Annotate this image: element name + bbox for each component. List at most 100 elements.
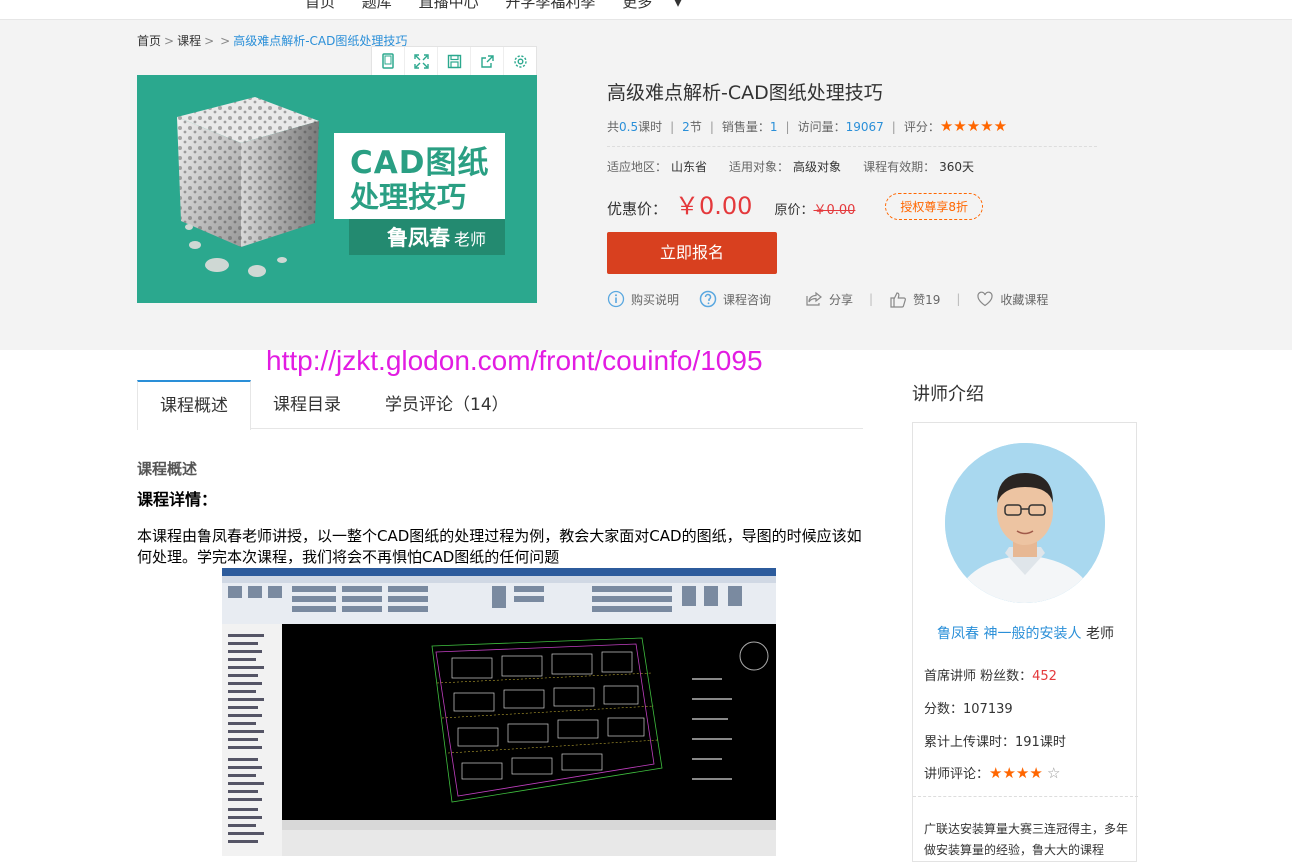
like-label: 赞19 <box>913 292 941 307</box>
nav-home[interactable]: 首页 <box>305 0 335 11</box>
instructor-score: 分数：107139 <box>924 698 1013 717</box>
share-link[interactable]: 分享 <box>805 291 853 308</box>
course-actions: 购买说明 课程咨询 分享 | 赞19 | 收藏课程 <box>607 290 1048 308</box>
tab-overview[interactable]: 课程概述 <box>137 380 251 430</box>
divider: | <box>869 292 874 306</box>
avatar[interactable] <box>945 443 1105 603</box>
course-description: 本课程由鲁凤春老师讲授，以一整个CAD图纸的处理过程为例，教会大家面对CAD的图… <box>137 527 862 566</box>
tab-reviews[interactable]: 学员评论（14） <box>363 380 531 429</box>
course-meta-secondary: 适应地区： 山东省 适用对象： 高级对象 课程有效期： 360天 <box>607 158 996 175</box>
fullscreen-icon[interactable] <box>405 47 438 75</box>
like-button[interactable]: 赞19 <box>889 291 940 308</box>
details-title: 课程详情： <box>137 490 218 509</box>
share-icon[interactable] <box>471 47 504 75</box>
heart-icon <box>977 291 994 307</box>
save-icon[interactable] <box>438 47 471 75</box>
cover-teacher-name: 鲁凤春 <box>387 226 450 250</box>
cover-teacher: 鲁凤春 老师 <box>387 222 486 252</box>
settings-icon[interactable] <box>504 47 536 75</box>
chevron-right-icon: > <box>164 34 175 48</box>
overlay-url-text: http://jzkt.glodon.com/front/couinfo/109… <box>266 345 763 376</box>
media-toolbar <box>371 46 537 76</box>
rating-stars: ★★★★★ <box>939 117 1008 135</box>
cad-screenshot-image <box>222 568 776 856</box>
instructor-name-link[interactable]: 鲁凤春 神一般的安装人 <box>937 626 1081 642</box>
info-icon <box>607 290 625 308</box>
instructor-review: 讲师评论：★★★★ ☆ <box>924 763 1060 782</box>
review-stars: ★★★★ <box>989 764 1043 782</box>
share-icon <box>806 291 822 306</box>
enroll-button[interactable]: 立即报名 <box>607 232 777 274</box>
top-navigation: 首页 题库 直播中心 开学季福利季 更多 ▾ <box>0 0 1292 20</box>
original-price-value: ￥0.00 <box>813 203 856 218</box>
audience-label: 适用对象： <box>729 160 790 174</box>
course-hours: 0.5 <box>619 120 639 134</box>
divider <box>607 146 1097 147</box>
cover-title-line2: 处理技巧 <box>350 180 467 214</box>
instructor-portrait <box>945 443 1105 603</box>
original-price-label: 原价： <box>774 203 814 218</box>
uploaded-value: 191课时 <box>1015 735 1066 750</box>
visits-count: 19067 <box>845 120 884 134</box>
instructor-bio: 广联达安装算量大赛三连冠得主，多年做安装算量的经验，鲁大大的课程 <box>924 822 1129 857</box>
divider <box>913 796 1138 797</box>
visits-label: 访问量： <box>797 120 846 134</box>
course-sections: 2 <box>682 120 690 134</box>
fans-count: 452 <box>1032 669 1057 684</box>
instructor-name-suffix: 老师 <box>1085 626 1114 642</box>
region-value: 山东省 <box>671 160 708 174</box>
region-label: 适应地区： <box>607 160 668 174</box>
purchase-info-label: 购买说明 <box>631 292 680 307</box>
chevron-right-icon: > <box>220 34 231 48</box>
instructor-card: 鲁凤春 神一般的安装人 老师 首席讲师 粉丝数：452 分数：107139 累计… <box>912 422 1138 862</box>
nav-more[interactable]: 更多 <box>622 0 652 11</box>
validity-label: 课程有效期： <box>863 160 936 174</box>
chevron-right-icon: > <box>204 34 215 48</box>
instructor-heading: 讲师介绍 <box>912 384 984 405</box>
course-title: 高级难点解析-CAD图纸处理技巧 <box>607 82 883 104</box>
course-tabs: 课程概述 课程目录 学员评论（14） <box>137 380 863 430</box>
audience-value: 高级对象 <box>793 160 842 174</box>
consult-label: 课程咨询 <box>723 292 772 307</box>
chevron-down-icon[interactable]: ▾ <box>674 0 682 11</box>
nav-promo[interactable]: 开学季福利季 <box>505 0 595 11</box>
cad-drawing-graphic <box>222 568 776 856</box>
nav-live-center[interactable]: 直播中心 <box>419 0 479 11</box>
uploaded-label: 累计上传课时： <box>924 735 1016 750</box>
consult-link[interactable]: 课程咨询 <box>699 290 771 308</box>
review-label: 讲师评论： <box>924 767 990 782</box>
section-title: 课程概述 <box>137 460 198 478</box>
course-cover-image[interactable]: CAD图纸 处理技巧 鲁凤春 老师 <box>137 75 537 303</box>
tab-catalog[interactable]: 课程目录 <box>251 380 363 429</box>
instructor-name: 鲁凤春 神一般的安装人 老师 <box>913 623 1138 643</box>
price-label: 优惠价： <box>607 200 668 218</box>
help-icon <box>699 290 717 308</box>
hours-unit: 课时 <box>638 120 663 134</box>
breadcrumb-course[interactable]: 课程 <box>177 34 201 48</box>
divider: | <box>956 292 961 306</box>
score-value: 107139 <box>963 702 1013 717</box>
rating-label: 评分： <box>903 120 940 134</box>
sections-unit: 节 <box>689 120 702 134</box>
instructor-fans: 首席讲师 粉丝数：452 <box>924 665 1057 684</box>
purchase-info-link[interactable]: 购买说明 <box>607 290 679 308</box>
share-label: 分享 <box>829 292 854 307</box>
favorite-button[interactable]: 收藏课程 <box>976 291 1048 308</box>
fans-label: 首席讲师 粉丝数： <box>924 669 1033 684</box>
nav-question-bank[interactable]: 题库 <box>362 0 392 11</box>
discount-badge[interactable]: 授权尊享8折 <box>885 193 984 220</box>
instructor-uploaded: 累计上传课时：191课时 <box>924 731 1066 750</box>
course-meta: 共0.5课时 | 2节 | 销售量：1 | 访问量：19067 | 评分：★★★★★ <box>607 117 1008 135</box>
discount-price: ￥0.00 <box>675 192 753 220</box>
tablet-icon[interactable] <box>372 47 405 75</box>
validity-value: 360天 <box>939 160 974 174</box>
favorite-label: 收藏课程 <box>1000 292 1049 307</box>
price-row: 优惠价： ￥0.00 原价：￥0.00 授权尊享8折 <box>607 186 984 221</box>
breadcrumb-home[interactable]: 首页 <box>137 34 161 48</box>
score-label: 分数： <box>924 702 964 717</box>
thumbs-up-icon <box>890 291 907 308</box>
cover-teacher-suffix: 老师 <box>454 230 487 249</box>
sales-label: 销售量： <box>721 120 770 134</box>
review-empty-star: ☆ <box>1046 764 1061 782</box>
original-price: 原价：￥0.00 <box>774 203 855 218</box>
